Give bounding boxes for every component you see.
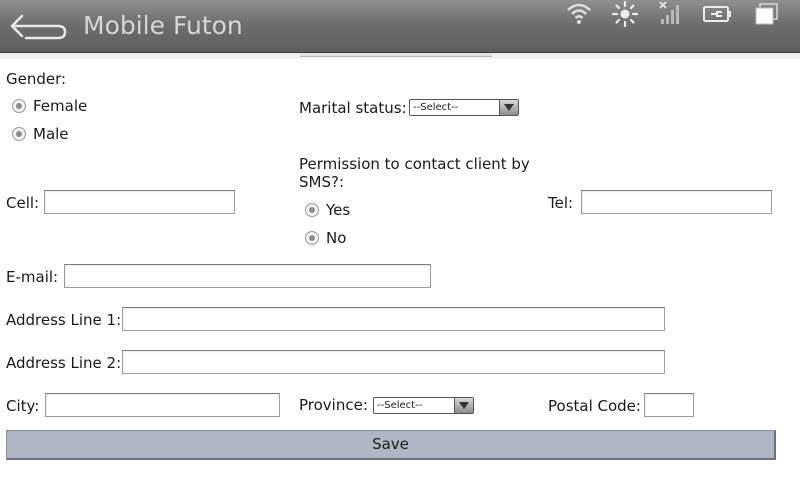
recent-apps-icon[interactable] bbox=[752, 0, 782, 28]
email-input[interactable] bbox=[64, 264, 431, 288]
chevron-down-icon bbox=[499, 100, 518, 115]
app-title: Mobile Futon bbox=[83, 11, 243, 40]
email-label: E-mail: bbox=[6, 268, 59, 286]
marital-status-selected: --Select-- bbox=[413, 102, 459, 113]
back-arrow-icon[interactable] bbox=[8, 10, 70, 44]
province-select[interactable]: --Select-- bbox=[373, 397, 474, 414]
postal-code-input[interactable] bbox=[644, 393, 694, 417]
brightness-icon bbox=[610, 0, 640, 28]
no-signal-icon bbox=[656, 0, 686, 28]
province-selected: --Select-- bbox=[377, 400, 423, 411]
action-bar: Mobile Futon bbox=[0, 0, 800, 53]
province-label: Province: bbox=[299, 396, 368, 414]
battery-charging-icon bbox=[702, 0, 732, 28]
sms-permission-label-line2: SMS?: bbox=[299, 173, 344, 191]
sms-permission-label: Permission to contact client by bbox=[299, 155, 530, 173]
city-input[interactable] bbox=[45, 393, 280, 417]
postal-code-label: Postal Code: bbox=[548, 397, 641, 415]
save-button[interactable]: Save bbox=[6, 430, 776, 460]
gender-label: Gender: bbox=[6, 70, 67, 88]
address2-input[interactable] bbox=[122, 350, 665, 374]
chevron-down-icon bbox=[454, 398, 473, 413]
gender-option-male: Male bbox=[33, 125, 69, 143]
address1-input[interactable] bbox=[122, 307, 665, 331]
city-label: City: bbox=[6, 397, 40, 415]
gender-radio-male[interactable] bbox=[12, 127, 26, 141]
scrolled-field-edge bbox=[300, 53, 492, 57]
tel-label: Tel: bbox=[548, 194, 574, 212]
marital-status-select[interactable]: --Select-- bbox=[409, 99, 519, 116]
cell-input[interactable] bbox=[44, 190, 235, 214]
sms-radio-no[interactable] bbox=[305, 231, 319, 245]
marital-status-label: Marital status: bbox=[299, 99, 407, 117]
sms-option-yes: Yes bbox=[326, 201, 351, 219]
tel-input[interactable] bbox=[581, 190, 772, 214]
cell-label: Cell: bbox=[6, 194, 40, 212]
sms-option-no: No bbox=[326, 229, 347, 247]
wifi-icon bbox=[564, 0, 594, 28]
sms-radio-yes[interactable] bbox=[305, 203, 319, 217]
address2-label: Address Line 2: bbox=[6, 354, 122, 372]
gender-option-female: Female bbox=[33, 97, 88, 115]
address1-label: Address Line 1: bbox=[6, 311, 122, 329]
gender-radio-female[interactable] bbox=[12, 99, 26, 113]
